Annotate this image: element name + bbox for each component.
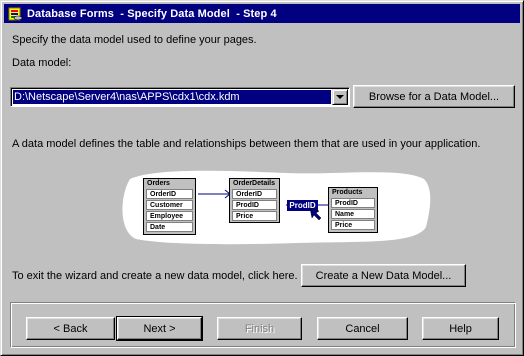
title-bar[interactable]: Database Forms - Specify Data Model - St… (4, 4, 520, 23)
database-forms-app-icon (7, 6, 23, 22)
field-item: ProdID (331, 198, 375, 208)
browse-button-label: Browse for a Data Model... (368, 90, 500, 103)
table-title: OrderDetails (233, 180, 276, 187)
dropdown-arrow-icon[interactable] (332, 89, 348, 105)
cancel-button[interactable]: Cancel (317, 317, 408, 340)
field-item: Employee (146, 211, 193, 221)
table-title: Orders (147, 180, 170, 187)
table-orderdetails: OrderDetails OrderID ProdID Price (229, 178, 280, 223)
data-model-combobox[interactable]: D:\Netscape\Server4\nas\APPS\cdx1\cdx.kd… (10, 87, 350, 107)
create-data-model-button[interactable]: Create a New Data Model... (301, 264, 466, 287)
data-model-label: Data model: (12, 57, 72, 69)
field-item: Price (331, 220, 375, 230)
field-item: Customer (146, 200, 193, 210)
create-button-label: Create a New Data Model... (315, 269, 452, 282)
back-button[interactable]: < Back (26, 317, 115, 340)
field-item: Name (331, 209, 375, 219)
field-item: OrderID (232, 189, 277, 199)
table-title: Products (332, 189, 363, 196)
mouse-pointer-icon (309, 207, 322, 221)
finish-button-label: Finish (244, 322, 275, 335)
table-orders: Orders OrderID Customer Employee Date (143, 178, 196, 235)
table-products: Products ProdID Name Price (328, 187, 378, 233)
finish-button: Finish (217, 317, 302, 340)
instruction-text: Specify the data model used to define yo… (12, 34, 257, 46)
exit-wizard-text: To exit the wizard and create a new data… (12, 270, 298, 282)
field-item: Date (146, 222, 193, 232)
field-item: Price (232, 211, 277, 221)
window-title: Database Forms - Specify Data Model - St… (27, 7, 277, 20)
cancel-button-label: Cancel (345, 322, 380, 335)
next-button-label: Next > (143, 322, 176, 335)
field-item: ProdID (232, 200, 277, 210)
data-model-value[interactable]: D:\Netscape\Server4\nas\APPS\cdx1\cdx.kd… (13, 90, 331, 104)
description-text: A data model defines the table and relat… (12, 138, 481, 150)
back-button-label: < Back (53, 322, 88, 335)
wizard-window: Database Forms - Specify Data Model - St… (0, 0, 524, 356)
browse-data-model-button[interactable]: Browse for a Data Model... (353, 85, 515, 108)
field-item: OrderID (146, 189, 193, 199)
help-button[interactable]: Help (422, 317, 499, 340)
next-button[interactable]: Next > (116, 316, 203, 341)
help-button-label: Help (449, 322, 472, 335)
